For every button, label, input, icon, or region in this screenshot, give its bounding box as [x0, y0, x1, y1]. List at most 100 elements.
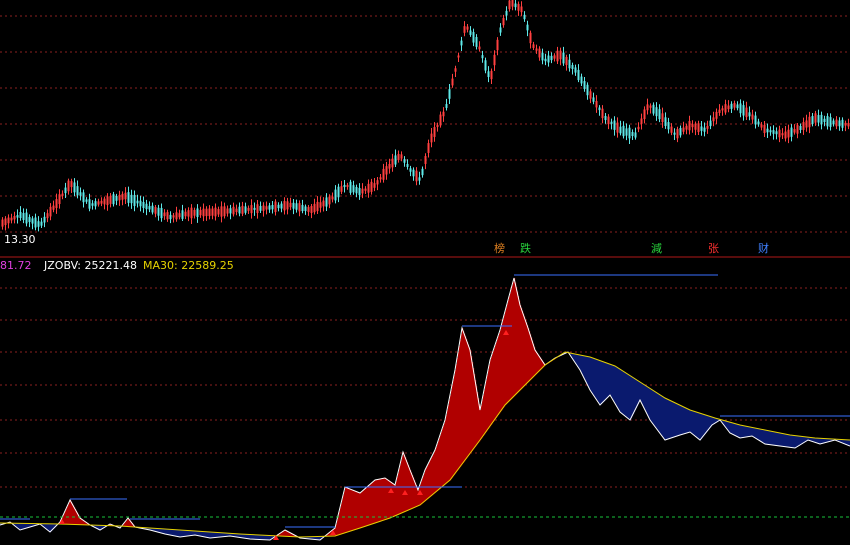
candle-body — [721, 108, 724, 111]
candle-body — [97, 201, 100, 205]
candle-body — [763, 125, 766, 133]
candle-body — [334, 189, 337, 201]
candle-body — [475, 36, 478, 47]
candle-body — [598, 107, 601, 111]
candle-body — [109, 196, 112, 204]
candle-body — [664, 117, 667, 127]
candle-body — [100, 200, 103, 204]
candle-body — [139, 200, 142, 207]
candle-body — [442, 111, 445, 117]
ma30-label: MA30: 22589.25 — [143, 259, 234, 272]
candle-body — [625, 128, 628, 136]
candle-body — [634, 132, 637, 138]
candle-body — [454, 68, 457, 72]
candle-body — [790, 127, 793, 137]
candle-body — [205, 208, 208, 216]
candle-body — [64, 187, 67, 194]
candle-body — [484, 60, 487, 71]
candle-body — [244, 206, 247, 213]
candle-body — [70, 181, 73, 188]
candle-body — [67, 180, 70, 192]
candle-body — [559, 50, 562, 60]
candle-body — [181, 210, 184, 219]
candle-body — [235, 208, 238, 213]
candle-body — [391, 158, 394, 168]
candle-body — [589, 91, 592, 99]
candle-body — [73, 182, 76, 193]
candle-body — [694, 123, 697, 130]
stock-chart[interactable]: 13.30 榜 跌 減 张 财 81.72 JZOBV: 25221.48 MA… — [0, 0, 850, 545]
candle-body — [280, 203, 283, 209]
badge-fall-icon[interactable]: 跌 — [520, 241, 531, 255]
candle-body — [223, 206, 226, 217]
candle-body — [802, 122, 805, 130]
candle-body — [646, 104, 649, 111]
badge-finance-icon[interactable]: 财 — [758, 241, 769, 255]
candle-body — [85, 199, 88, 202]
candle-body — [382, 168, 385, 180]
badge-list-icon[interactable]: 榜 — [494, 241, 505, 255]
candle-body — [394, 155, 397, 165]
candle-body — [649, 105, 652, 108]
candle-body — [52, 205, 55, 210]
candle-body — [277, 204, 280, 209]
candle-body — [538, 48, 541, 58]
candle-body — [304, 206, 307, 212]
candle-body — [523, 14, 526, 20]
candle-body — [190, 207, 193, 219]
candle-body — [91, 203, 94, 206]
candle-body — [817, 115, 820, 123]
candle-body — [697, 123, 700, 133]
candle-body — [493, 54, 496, 66]
candle-body — [595, 100, 598, 108]
candle-body — [373, 183, 376, 188]
candle-body — [700, 126, 703, 131]
candle-body — [412, 169, 415, 177]
candle-body — [760, 124, 763, 128]
candle-body — [799, 126, 802, 130]
candle-body — [724, 104, 727, 113]
candle-body — [616, 122, 619, 133]
candle-body — [268, 205, 271, 210]
candle-body — [565, 56, 568, 66]
candle-body — [286, 201, 289, 210]
candle-body — [445, 104, 448, 108]
candle-body — [652, 104, 655, 114]
candle-body — [508, 0, 511, 10]
candle-body — [112, 194, 115, 205]
candle-body — [313, 203, 316, 213]
badge-rise-icon[interactable]: 张 — [708, 242, 719, 255]
candle-body — [145, 203, 148, 210]
candle-body — [352, 185, 355, 193]
candle-body — [31, 218, 34, 224]
candle-body — [130, 194, 133, 204]
candle-body — [415, 170, 418, 182]
badge-reduce-icon[interactable]: 減 — [651, 241, 662, 255]
candle-body — [19, 212, 22, 218]
candle-body — [466, 26, 469, 30]
candle-body — [25, 212, 28, 224]
candle-body — [487, 71, 490, 78]
candle-body — [421, 168, 424, 176]
candle-body — [622, 125, 625, 137]
candle-body — [16, 215, 19, 218]
candle-body — [691, 124, 694, 128]
ma30-line[interactable] — [0, 351, 850, 538]
candle-body — [418, 177, 421, 181]
candle-body — [430, 133, 433, 143]
candle-body — [175, 212, 178, 220]
candlestick-series[interactable] — [1, 0, 850, 232]
event-badges[interactable]: 榜 跌 減 张 财 — [494, 241, 769, 255]
candle-body — [661, 113, 664, 122]
candle-body — [325, 197, 328, 207]
candle-body — [658, 109, 661, 120]
candle-body — [619, 126, 622, 134]
candle-body — [568, 59, 571, 69]
candle-body — [40, 221, 43, 226]
candle-body — [43, 216, 46, 223]
candle-body — [583, 81, 586, 89]
candle-body — [88, 199, 91, 209]
candle-body — [829, 117, 832, 127]
candle-body — [400, 154, 403, 159]
candle-body — [94, 201, 97, 207]
